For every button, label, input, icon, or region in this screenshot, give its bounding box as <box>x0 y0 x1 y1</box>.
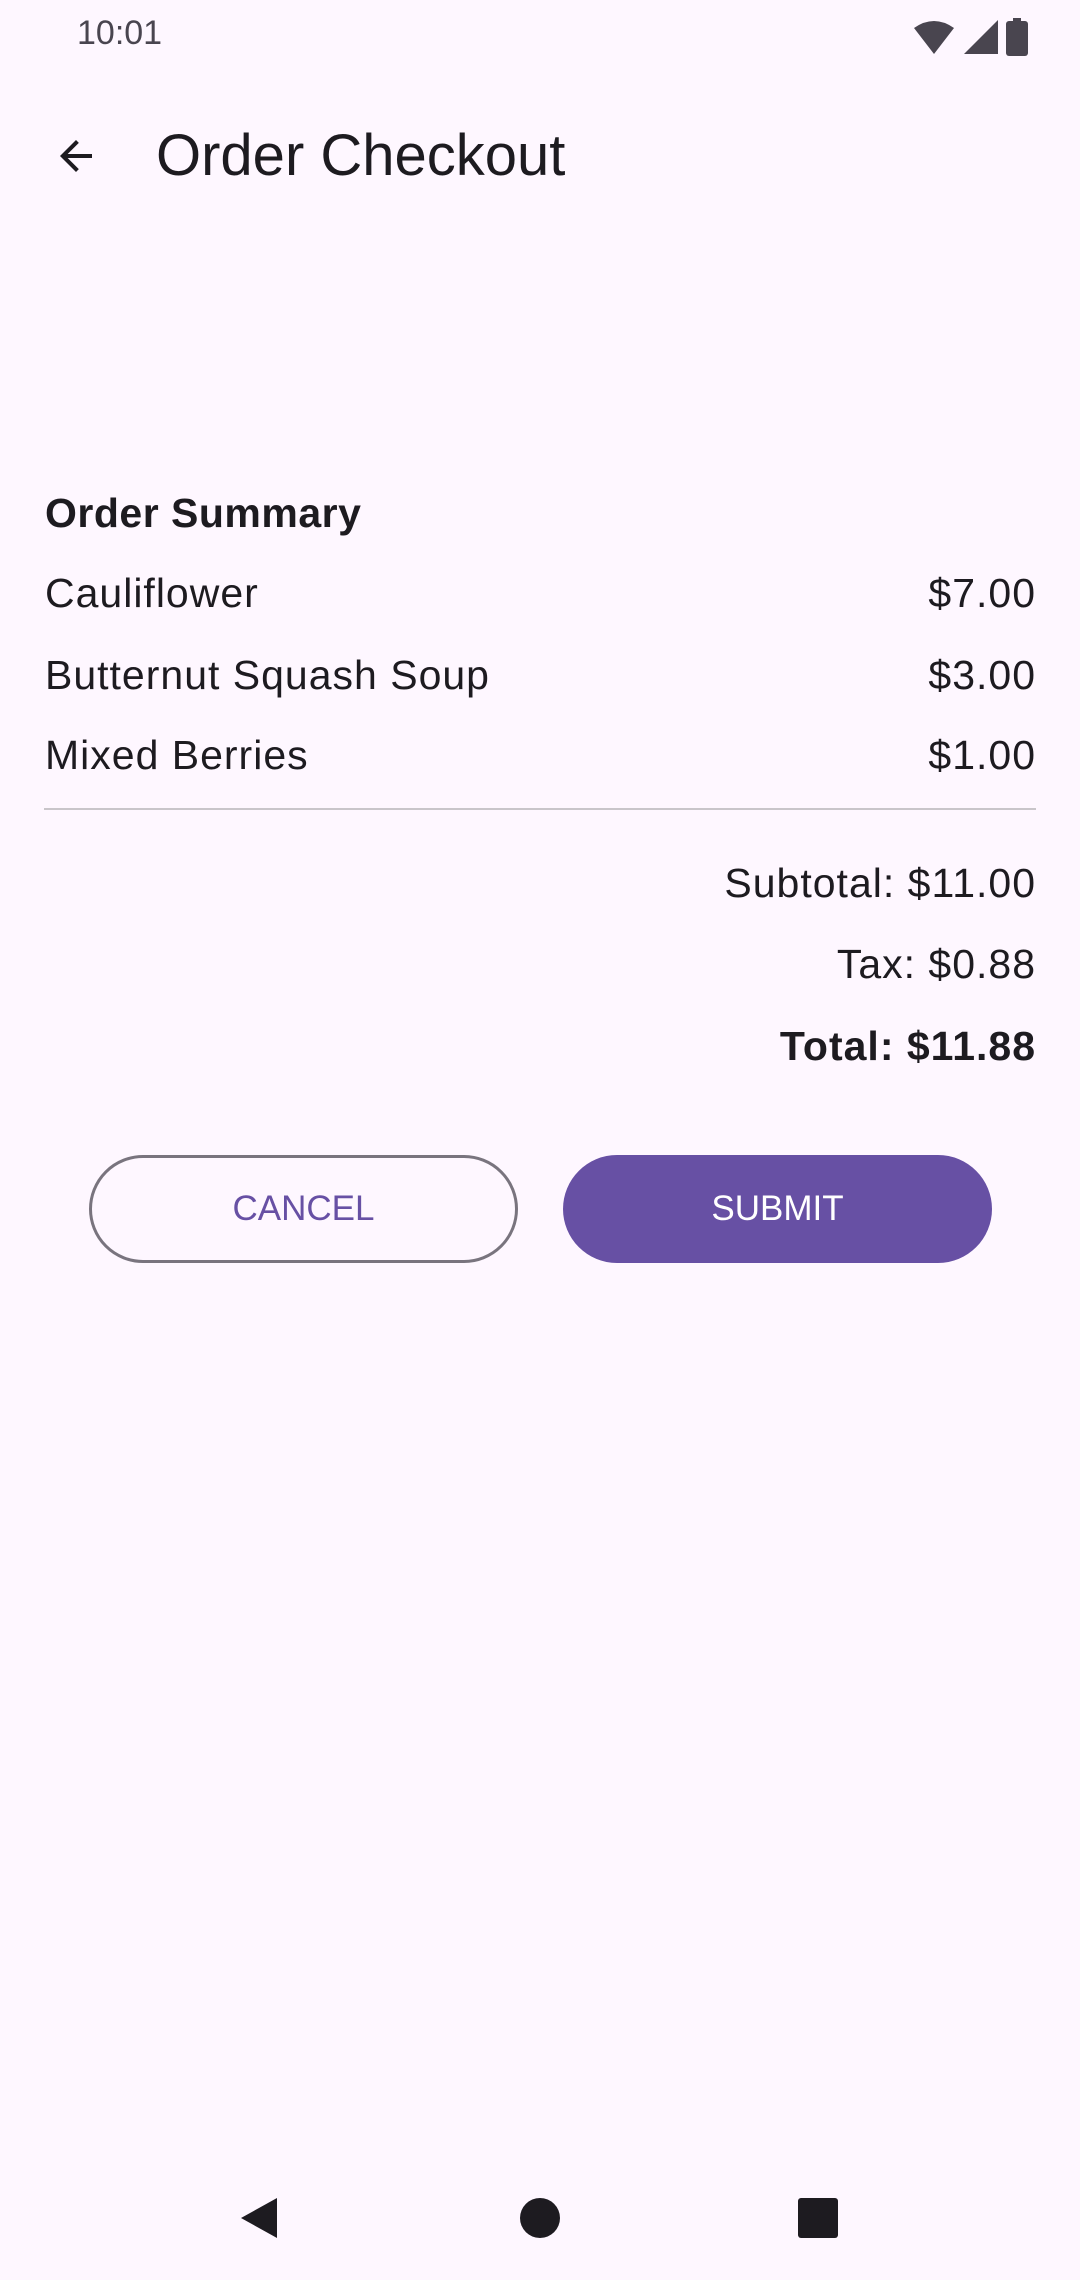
nav-back-button[interactable] <box>229 2188 289 2248</box>
item-name: Cauliflower <box>45 570 259 616</box>
arrow-back-icon <box>60 140 92 172</box>
subtotal: Subtotal: $11.00 <box>724 860 1036 906</box>
submit-button[interactable]: SUBMIT <box>563 1155 992 1263</box>
divider <box>44 808 1036 810</box>
signal-icon <box>964 20 998 54</box>
page-title: Order Checkout <box>156 123 566 188</box>
total: Total: $11.88 <box>779 1023 1036 1069</box>
item-price: $1.00 <box>928 732 1036 778</box>
status-time: 10:01 <box>77 14 163 52</box>
line-item: Mixed Berries $1.00 <box>45 732 1036 779</box>
battery-icon <box>1006 18 1028 56</box>
line-item: Butternut Squash Soup $3.00 <box>45 652 1036 699</box>
item-name: Butternut Squash Soup <box>45 652 490 698</box>
back-button[interactable] <box>40 120 112 192</box>
back-triangle-icon <box>241 2198 277 2238</box>
tax: Tax: $0.88 <box>836 941 1036 987</box>
status-icons <box>912 18 1028 56</box>
item-price: $7.00 <box>928 570 1036 616</box>
order-summary-heading: Order Summary <box>45 490 362 536</box>
recents-square-icon <box>798 2198 838 2238</box>
nav-home-button[interactable] <box>510 2188 570 2248</box>
system-nav-bar <box>0 2150 1080 2280</box>
nav-recents-button[interactable] <box>788 2188 848 2248</box>
item-name: Mixed Berries <box>45 732 309 778</box>
wifi-icon <box>914 21 954 54</box>
cancel-button[interactable]: CANCEL <box>89 1155 518 1263</box>
home-circle-icon <box>520 2198 560 2238</box>
item-price: $3.00 <box>928 652 1036 698</box>
line-item: Cauliflower $7.00 <box>45 570 1036 617</box>
